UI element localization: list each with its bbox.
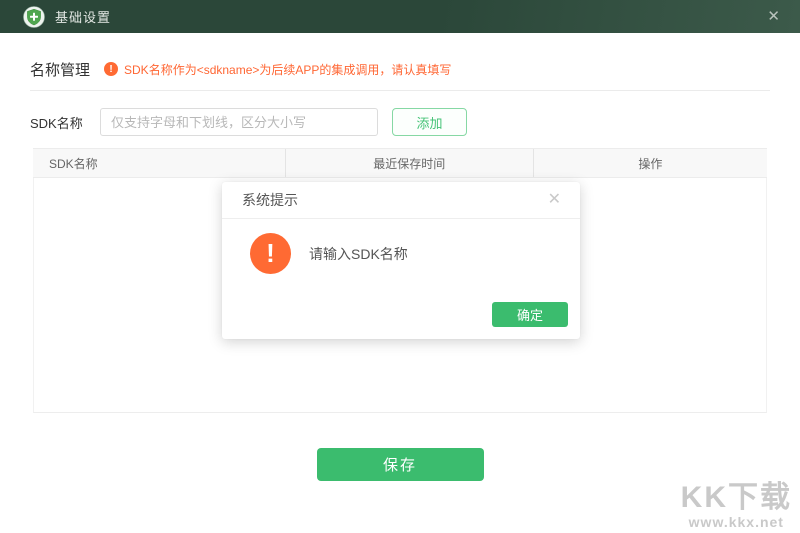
dialog-message: 请输入SDK名称 — [309, 245, 408, 262]
close-icon[interactable]: ✕ — [759, 5, 788, 28]
notice-text: SDK名称作为<sdkname>为后续APP的集成调用，请认真填写 — [124, 62, 452, 77]
watermark-url: www.kkx.net — [688, 514, 784, 530]
dialog-header: 系统提示 ✕ — [222, 182, 580, 219]
watermark: KK下载 www.kkx.net — [681, 481, 792, 530]
table-header-row: SDK名称 最近保存时间 操作 — [33, 148, 767, 178]
save-button[interactable]: 保存 — [316, 448, 484, 481]
sdk-name-input[interactable] — [100, 108, 378, 136]
dialog-body: ! 请输入SDK名称 — [222, 219, 580, 274]
shield-icon — [23, 5, 45, 28]
table-header-sdk-name: SDK名称 — [49, 156, 98, 171]
table-header-saved-time: 最近保存时间 — [284, 149, 533, 177]
section-header: 名称管理 ! SDK名称作为<sdkname>为后续APP的集成调用，请认真填写 — [30, 59, 770, 79]
confirm-button[interactable]: 确定 — [492, 302, 568, 327]
section-divider — [30, 90, 770, 91]
app-window: 基础设置 ✕ 名称管理 ! SDK名称作为<sdkname>为后续APP的集成调… — [0, 0, 800, 533]
table-header-actions: 操作 — [532, 149, 767, 177]
titlebar: 基础设置 ✕ — [0, 0, 800, 33]
system-prompt-dialog: 系统提示 ✕ ! 请输入SDK名称 确定 — [222, 182, 580, 339]
page-title: 名称管理 — [30, 61, 91, 79]
sdk-name-form-row: SDK名称 添加 — [30, 108, 770, 136]
dialog-close-icon[interactable]: ✕ — [544, 190, 565, 210]
add-button[interactable]: 添加 — [392, 108, 467, 136]
notice-banner: ! SDK名称作为<sdkname>为后续APP的集成调用，请认真填写 — [104, 61, 451, 78]
warning-badge-icon: ! — [104, 62, 119, 76]
save-button-row: 保存 — [30, 448, 770, 481]
watermark-logo: KK下载 — [680, 481, 792, 514]
sdk-name-label: SDK名称 — [30, 115, 83, 131]
dialog-title: 系统提示 — [242, 192, 298, 208]
warning-icon: ! — [250, 233, 291, 274]
window-title: 基础设置 — [55, 10, 112, 25]
